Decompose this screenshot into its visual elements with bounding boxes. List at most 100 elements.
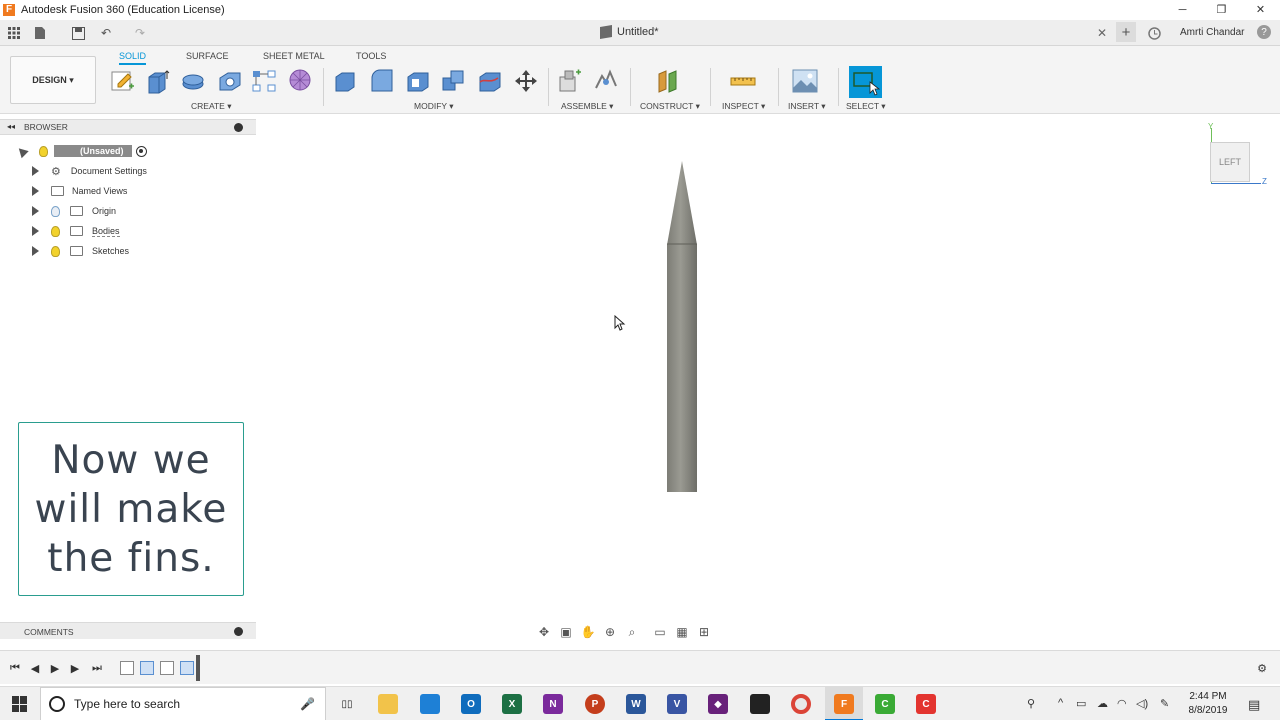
camtasia-green-icon[interactable]: C bbox=[875, 694, 895, 714]
inspect-menu[interactable]: INSPECT ▾ bbox=[722, 101, 765, 112]
form-icon[interactable] bbox=[288, 68, 314, 94]
create-menu[interactable]: CREATE ▾ bbox=[191, 101, 231, 112]
volume-icon[interactable]: ◁) bbox=[1136, 697, 1148, 710]
camtasia-red-icon[interactable]: C bbox=[916, 694, 936, 714]
comments-bar[interactable]: COMMENTS bbox=[0, 622, 256, 639]
powerpoint-icon[interactable]: P bbox=[585, 694, 605, 714]
save-icon[interactable] bbox=[70, 25, 86, 41]
modify-menu[interactable]: MODIFY ▾ bbox=[414, 101, 454, 112]
expand-arrow-icon[interactable] bbox=[32, 206, 39, 216]
new-tab-icon[interactable]: + bbox=[1116, 22, 1136, 42]
new-component-icon[interactable] bbox=[557, 68, 583, 94]
insert-image-icon[interactable] bbox=[792, 68, 818, 94]
pan-icon[interactable]: ✋ bbox=[579, 624, 597, 640]
combine-icon[interactable] bbox=[441, 68, 467, 94]
step-back-icon[interactable]: ◀ bbox=[28, 661, 42, 675]
expand-arrow-icon[interactable] bbox=[32, 246, 39, 256]
task-view-icon[interactable]: ▯▯ bbox=[337, 694, 357, 714]
taskbar-search[interactable]: Type here to search 🎤 bbox=[40, 687, 326, 720]
notifications-icon[interactable]: ▤ bbox=[1248, 697, 1260, 713]
battery-icon[interactable]: ▭ bbox=[1076, 697, 1086, 710]
close-window-button[interactable]: ✕ bbox=[1241, 0, 1280, 19]
tab-sheet-metal[interactable]: SHEET METAL bbox=[263, 49, 325, 63]
workspace-switcher-button[interactable]: DESIGN ▾ bbox=[10, 56, 96, 104]
orbit-icon[interactable]: ✥ bbox=[535, 624, 553, 640]
browser-root[interactable]: (Unsaved) bbox=[15, 143, 147, 159]
step-forward-icon[interactable]: ▶ bbox=[68, 661, 82, 675]
go-to-start-icon[interactable]: ⏮ bbox=[8, 661, 22, 675]
joint-icon[interactable] bbox=[593, 68, 619, 94]
press-pull-icon[interactable] bbox=[333, 68, 359, 94]
onedrive-icon[interactable]: ☁ bbox=[1097, 697, 1108, 710]
measure-icon[interactable] bbox=[730, 68, 756, 94]
visibility-bulb-icon[interactable] bbox=[51, 245, 60, 257]
expand-arrow-icon[interactable] bbox=[32, 226, 39, 236]
extrude-icon[interactable] bbox=[145, 68, 171, 94]
close-tab-icon[interactable]: ✕ bbox=[1094, 25, 1110, 41]
redo-icon[interactable]: ↷ bbox=[132, 25, 148, 41]
word-icon[interactable]: W bbox=[626, 694, 646, 714]
create-sketch-icon[interactable] bbox=[110, 68, 136, 94]
hole-icon[interactable] bbox=[217, 68, 243, 94]
add-comment-icon[interactable] bbox=[234, 627, 243, 636]
tab-surface[interactable]: SURFACE bbox=[186, 49, 229, 63]
tab-tools[interactable]: TOOLS bbox=[356, 49, 386, 63]
visibility-bulb-icon[interactable] bbox=[39, 145, 48, 157]
timeline-revolve-feature-icon[interactable] bbox=[180, 661, 194, 675]
wifi-icon[interactable]: ◠ bbox=[1117, 697, 1127, 710]
viewcube[interactable]: LEFT bbox=[1210, 142, 1250, 182]
app-grid-icon[interactable] bbox=[6, 25, 22, 41]
timeline-sketch-feature-icon[interactable] bbox=[120, 661, 134, 675]
browser-item-named-views[interactable]: Named Views bbox=[32, 183, 127, 199]
file-explorer-icon[interactable] bbox=[378, 694, 398, 714]
chrome-icon[interactable] bbox=[791, 694, 811, 714]
help-icon[interactable]: ? bbox=[1257, 25, 1271, 39]
rectangular-pattern-icon[interactable] bbox=[251, 68, 277, 94]
timeline-sketch-feature-icon[interactable] bbox=[160, 661, 174, 675]
fillet-icon[interactable] bbox=[369, 68, 395, 94]
revolve-icon[interactable] bbox=[180, 68, 206, 94]
zoom-window-icon[interactable]: ⌕ bbox=[623, 624, 641, 640]
fusion-taskbar-icon[interactable]: F bbox=[834, 694, 854, 714]
select-icon[interactable] bbox=[849, 66, 882, 98]
look-at-icon[interactable]: ▣ bbox=[557, 624, 575, 640]
nose-cone-shape[interactable] bbox=[667, 161, 697, 245]
store-icon[interactable] bbox=[420, 694, 440, 714]
assemble-menu[interactable]: ASSEMBLE ▾ bbox=[561, 101, 613, 112]
move-icon[interactable] bbox=[513, 68, 539, 94]
visibility-bulb-icon[interactable] bbox=[51, 205, 60, 217]
onenote-icon[interactable]: N bbox=[543, 694, 563, 714]
expand-arrow-icon[interactable] bbox=[32, 166, 39, 176]
grid-settings-icon[interactable]: ▦ bbox=[673, 624, 691, 640]
browser-item-sketches[interactable]: Sketches bbox=[32, 243, 129, 259]
visibility-bulb-icon[interactable] bbox=[51, 225, 60, 237]
minimize-button[interactable]: ─ bbox=[1163, 0, 1202, 19]
excel-icon[interactable]: X bbox=[502, 694, 522, 714]
tab-solid[interactable]: SOLID bbox=[119, 49, 147, 65]
collapse-arrow-icon[interactable] bbox=[15, 144, 29, 158]
visio-icon[interactable]: V bbox=[667, 694, 687, 714]
viewports-icon[interactable]: ⊞ bbox=[695, 624, 713, 640]
pen-icon[interactable]: ✎ bbox=[1160, 697, 1169, 710]
terminal-icon[interactable] bbox=[750, 694, 770, 714]
insert-menu[interactable]: INSERT ▾ bbox=[788, 101, 826, 112]
timeline-marker[interactable] bbox=[196, 655, 200, 681]
browser-header[interactable]: ◂◂ BROWSER bbox=[0, 119, 256, 135]
select-menu[interactable]: SELECT ▾ bbox=[846, 101, 886, 112]
document-tab[interactable]: Untitled* bbox=[600, 24, 659, 40]
zoom-icon[interactable]: ⊕ bbox=[601, 624, 619, 640]
browser-item-origin[interactable]: Origin bbox=[32, 203, 116, 219]
activate-component-icon[interactable] bbox=[135, 145, 147, 157]
expand-arrow-icon[interactable] bbox=[32, 186, 39, 196]
go-to-end-icon[interactable]: ⏭ bbox=[90, 661, 104, 675]
file-menu-icon[interactable] bbox=[32, 25, 48, 41]
restore-button[interactable]: ❐ bbox=[1202, 0, 1241, 19]
collapse-browser-icon[interactable]: ◂◂ bbox=[7, 122, 15, 131]
shell-icon[interactable] bbox=[405, 68, 431, 94]
display-settings-icon[interactable]: ▭ bbox=[651, 624, 669, 640]
browser-item-bodies[interactable]: Bodies bbox=[32, 223, 120, 239]
timeline-extrude-feature-icon[interactable] bbox=[140, 661, 154, 675]
people-icon[interactable]: ⚲ bbox=[1027, 697, 1035, 710]
replace-face-icon[interactable] bbox=[477, 68, 503, 94]
offset-plane-icon[interactable] bbox=[656, 68, 682, 94]
